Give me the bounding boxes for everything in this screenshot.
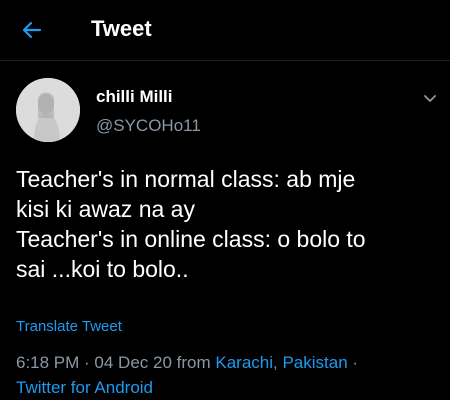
tweet-body: Teacher's in normal class: ab mje kisi k…	[16, 164, 436, 284]
tweet-metadata: 6:18 PM · 04 Dec 20 from Karachi, Pakist…	[16, 350, 436, 400]
meta-separator: ·	[347, 353, 359, 372]
author-handle[interactable]: @SYCOHo11	[96, 116, 201, 136]
top-bar: Tweet	[0, 0, 450, 61]
tweet-timestamp[interactable]: 6:18 PM · 04 Dec 20 from	[16, 353, 215, 372]
tweet-client-link[interactable]: Twitter for Android	[16, 378, 153, 397]
page-title: Tweet	[91, 16, 152, 41]
tweet-line: kisi ki awaz na ay	[16, 196, 195, 222]
author-display-name[interactable]: chilli Milli	[96, 87, 173, 107]
avatar[interactable]	[16, 78, 80, 142]
tweet-line: sai ...koi to bolo..	[16, 256, 189, 282]
back-button[interactable]	[16, 14, 48, 46]
tweet-menu-button[interactable]	[418, 86, 442, 110]
tweet-line: Teacher's in online class: o bolo to	[16, 226, 366, 252]
chevron-down-icon	[424, 95, 436, 102]
arrow-left-icon	[22, 21, 42, 39]
profile-photo	[16, 78, 80, 142]
tweet-line: Teacher's in normal class: ab mje	[16, 166, 356, 192]
translate-tweet-link[interactable]: Translate Tweet	[16, 318, 122, 335]
tweet-location-link[interactable]: Karachi, Pakistan	[215, 353, 347, 372]
